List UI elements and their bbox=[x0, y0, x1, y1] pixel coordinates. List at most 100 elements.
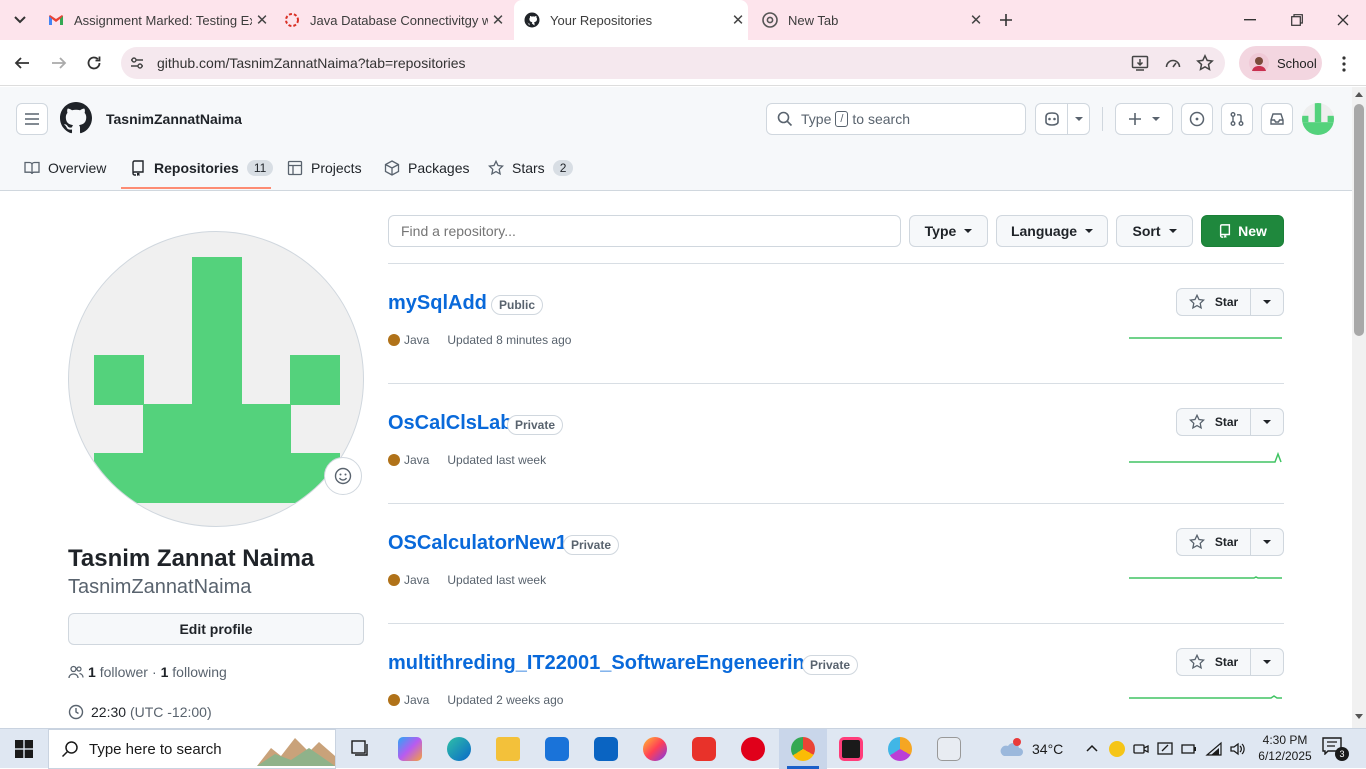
star-button[interactable]: Star bbox=[1177, 529, 1251, 555]
battery-icon[interactable] bbox=[1181, 741, 1197, 757]
tab-search-button[interactable] bbox=[8, 8, 32, 32]
chevron-up-icon[interactable] bbox=[1086, 743, 1098, 753]
edit-profile-button[interactable]: Edit profile bbox=[68, 613, 364, 645]
repo-meta: Java Updated 8 minutes ago bbox=[388, 333, 571, 347]
sort-dropdown[interactable]: Sort bbox=[1116, 215, 1193, 247]
page-scrollbar[interactable] bbox=[1352, 87, 1366, 728]
restore-button[interactable] bbox=[1287, 12, 1307, 28]
find-repository-input[interactable] bbox=[388, 215, 901, 247]
profile-chip[interactable]: School bbox=[1239, 46, 1322, 80]
star-button[interactable]: Star bbox=[1177, 289, 1251, 315]
performance-icon[interactable] bbox=[1164, 54, 1182, 72]
intellij-idea-icon[interactable] bbox=[839, 737, 863, 761]
repo-name-link[interactable]: OSCalculatorNew1 bbox=[388, 532, 567, 555]
chevron-down-icon bbox=[1263, 660, 1271, 664]
browser-tab[interactable]: Java Database Connectivitgy w ✕ bbox=[276, 0, 508, 40]
profile-avatar[interactable] bbox=[68, 231, 364, 527]
outlook-icon[interactable] bbox=[594, 737, 618, 761]
url-text[interactable]: github.com/TasnimZannatNaima?tab=reposit… bbox=[157, 55, 466, 71]
firefox-icon[interactable] bbox=[643, 737, 667, 761]
star-list-dropdown[interactable] bbox=[1251, 529, 1283, 555]
close-window-button[interactable] bbox=[1333, 10, 1353, 30]
minimize-button[interactable] bbox=[1240, 12, 1260, 28]
repo-name-link[interactable]: OsCalClsLab bbox=[388, 412, 512, 435]
tab-stars[interactable]: Stars 2 bbox=[488, 148, 574, 188]
chrome-taskbar-active[interactable] bbox=[779, 729, 827, 769]
close-icon[interactable]: ✕ bbox=[966, 10, 986, 30]
address-bar[interactable]: github.com/TasnimZannatNaima?tab=reposit… bbox=[121, 47, 1225, 79]
search-input[interactable]: Type / to search bbox=[766, 103, 1026, 135]
followers-link[interactable]: 1 follower bbox=[88, 664, 148, 680]
star-bookmark-icon[interactable] bbox=[1196, 54, 1214, 72]
browser-menu-button[interactable] bbox=[1334, 54, 1354, 74]
repo-name-link[interactable]: multithreding_IT22001_SoftwareEngeneerin… bbox=[388, 652, 817, 675]
star-list-dropdown[interactable] bbox=[1251, 409, 1283, 435]
taskbar-search-box[interactable]: Type here to search bbox=[48, 729, 336, 769]
browser-tab-active[interactable]: Your Repositories ✕ bbox=[514, 0, 748, 40]
screen-capture-icon[interactable] bbox=[1157, 741, 1173, 757]
close-icon[interactable]: ✕ bbox=[252, 10, 272, 30]
following-link[interactable]: 1 following bbox=[161, 664, 227, 680]
photos-app-icon[interactable] bbox=[937, 737, 961, 761]
repo-language: Java bbox=[404, 333, 430, 347]
type-filter-dropdown[interactable]: Type bbox=[909, 215, 988, 247]
close-icon[interactable]: ✕ bbox=[488, 10, 508, 30]
cloudy-weather-icon[interactable] bbox=[998, 738, 1024, 758]
forward-button[interactable] bbox=[45, 49, 73, 77]
windows-taskbar: Type here to search 34°C 4:30 PM 6/12/20… bbox=[0, 728, 1366, 769]
scroll-up-icon[interactable] bbox=[1355, 91, 1363, 97]
hamburger-menu-button[interactable] bbox=[16, 103, 48, 135]
scrollbar-thumb[interactable] bbox=[1354, 104, 1364, 336]
clock-area[interactable]: 4:30 PM 6/12/2025 bbox=[1250, 732, 1320, 764]
tab-packages[interactable]: Packages bbox=[384, 148, 469, 188]
tab-repositories[interactable]: Repositories 11 bbox=[130, 148, 274, 188]
copilot-app-icon[interactable] bbox=[398, 737, 422, 761]
task-view-icon[interactable] bbox=[349, 737, 373, 761]
tab-overview[interactable]: Overview bbox=[24, 148, 106, 188]
meet-now-icon[interactable] bbox=[1133, 741, 1149, 757]
back-button[interactable] bbox=[8, 49, 36, 77]
set-status-button[interactable] bbox=[324, 457, 362, 495]
site-info-icon[interactable] bbox=[129, 55, 145, 71]
language-filter-dropdown[interactable]: Language bbox=[996, 215, 1108, 247]
visibility-badge: Private bbox=[563, 535, 620, 555]
repo-name-link[interactable]: mySqlAdd bbox=[388, 292, 487, 315]
inbox-button[interactable] bbox=[1261, 103, 1293, 135]
chrome-canary-icon[interactable] bbox=[888, 737, 912, 761]
repo-meta: Java Updated last week bbox=[388, 453, 546, 467]
opera-icon[interactable] bbox=[741, 737, 765, 761]
new-tab-button[interactable] bbox=[996, 10, 1016, 30]
wps-office-icon[interactable] bbox=[692, 737, 716, 761]
tab-projects[interactable]: Projects bbox=[287, 148, 362, 188]
close-icon[interactable]: ✕ bbox=[728, 10, 748, 30]
wifi-icon[interactable] bbox=[1205, 741, 1223, 757]
microsoft-store-icon[interactable] bbox=[545, 737, 569, 761]
star-button[interactable]: Star bbox=[1177, 649, 1251, 675]
browser-tab[interactable]: New Tab ✕ bbox=[754, 0, 986, 40]
edge-icon[interactable] bbox=[447, 737, 471, 761]
scroll-down-icon[interactable] bbox=[1355, 714, 1363, 720]
weather-temperature[interactable]: 34°C bbox=[1032, 741, 1063, 757]
issues-button[interactable] bbox=[1181, 103, 1213, 135]
reload-button[interactable] bbox=[80, 49, 108, 77]
copilot-button[interactable] bbox=[1035, 103, 1090, 135]
new-repository-button[interactable]: New bbox=[1201, 215, 1284, 247]
star-button[interactable]: Star bbox=[1177, 409, 1251, 435]
tab-label: Packages bbox=[408, 160, 470, 176]
github-logo-icon[interactable] bbox=[60, 102, 92, 134]
star-list-dropdown[interactable] bbox=[1251, 649, 1283, 675]
notification-center-button[interactable]: 3 bbox=[1322, 737, 1350, 761]
create-new-button[interactable] bbox=[1115, 103, 1173, 135]
install-app-icon[interactable] bbox=[1131, 54, 1149, 72]
volume-icon[interactable] bbox=[1229, 741, 1245, 757]
file-explorer-icon[interactable] bbox=[496, 737, 520, 761]
pull-requests-button[interactable] bbox=[1221, 103, 1253, 135]
star-icon bbox=[1188, 654, 1205, 670]
header-username[interactable]: TasnimZannatNaima bbox=[106, 111, 242, 127]
user-avatar-button[interactable] bbox=[1302, 103, 1334, 135]
chevron-down-icon bbox=[964, 229, 973, 233]
start-button[interactable] bbox=[0, 729, 48, 769]
browser-tab[interactable]: Assignment Marked: Testing Ex ✕ bbox=[40, 0, 272, 40]
star-list-dropdown[interactable] bbox=[1251, 289, 1283, 315]
norton-tray-icon[interactable] bbox=[1109, 741, 1125, 757]
